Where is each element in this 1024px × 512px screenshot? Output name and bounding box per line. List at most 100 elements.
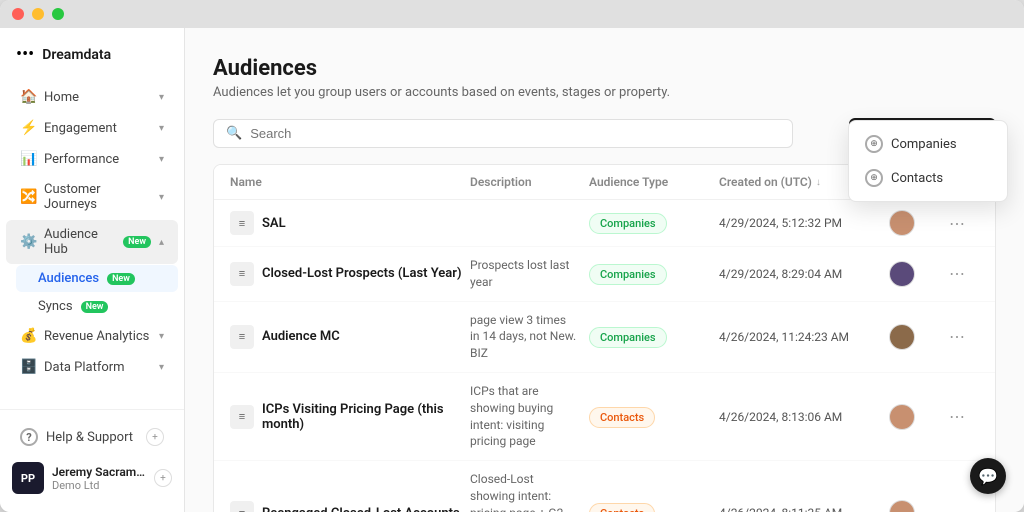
cell-avatar <box>889 210 949 236</box>
sidebar-item-engagement[interactable]: ⚡ Engagement ▾ <box>6 113 178 143</box>
page-subtitle: Audiences let you group users or account… <box>213 85 996 100</box>
sidebar-item-home[interactable]: 🏠 Home ▾ <box>6 82 178 112</box>
audiences-table: Name Description Audience Type Created o… <box>213 164 996 512</box>
table-row: ≡ Reengaged Closed-Lost Accounts Closed-… <box>214 461 995 512</box>
chevron-icon: ▾ <box>159 331 164 342</box>
avatar <box>889 261 915 287</box>
avatar <box>889 500 915 512</box>
cell-date: 4/26/2024, 8:11:35 AM <box>719 506 889 512</box>
cell-avatar <box>889 324 949 350</box>
cell-type: Companies <box>589 212 719 234</box>
cell-actions[interactable]: ⋯ <box>949 214 979 233</box>
search-input[interactable] <box>250 126 780 141</box>
sidebar-item-data-platform[interactable]: 🗄️ Data Platform ▾ <box>6 352 178 382</box>
row-icon: ≡ <box>230 211 254 235</box>
sidebar-item-syncs[interactable]: Syncs New <box>16 293 178 320</box>
sidebar-item-label: Data Platform <box>44 360 151 375</box>
help-support-item[interactable]: ? Help & Support + <box>6 421 178 453</box>
search-icon: 🔍 <box>226 126 242 141</box>
logo-text: Dreamdata <box>42 47 111 63</box>
more-actions-button[interactable]: ⋯ <box>949 407 965 426</box>
sidebar-item-label: Performance <box>44 152 151 167</box>
page-title: Audiences <box>213 56 996 81</box>
new-audience-dropdown: ⊕ Companies ⊕ Contacts <box>848 120 1008 202</box>
app-window: ••• Dreamdata 🏠 Home ▾ ⚡ Engagement ▾ 📊 … <box>0 0 1024 512</box>
cell-name: ≡ Audience MC <box>230 325 470 349</box>
cell-description: Prospects lost last year <box>470 257 589 291</box>
cell-name: ≡ Reengaged Closed-Lost Accounts <box>230 501 470 512</box>
search-box[interactable]: 🔍 <box>213 119 793 148</box>
revenue-icon: 💰 <box>20 328 36 344</box>
sidebar: ••• Dreamdata 🏠 Home ▾ ⚡ Engagement ▾ 📊 … <box>0 28 185 512</box>
cell-name: ≡ Closed-Lost Prospects (Last Year) <box>230 262 470 286</box>
more-actions-button[interactable]: ⋯ <box>949 264 965 283</box>
type-badge: Companies <box>589 264 667 285</box>
user-profile[interactable]: PP Jeremy Sacram... Demo Ltd + <box>0 454 184 502</box>
user-name: Jeremy Sacram... <box>52 465 146 479</box>
sidebar-item-customer-journeys[interactable]: 🔀 Customer Journeys ▾ <box>6 175 178 219</box>
chevron-icon: ▾ <box>159 362 164 373</box>
user-expand-button[interactable]: + <box>154 469 172 487</box>
chevron-icon: ▾ <box>159 192 164 203</box>
audience-name: Closed-Lost Prospects (Last Year) <box>262 266 462 281</box>
app-body: ••• Dreamdata 🏠 Home ▾ ⚡ Engagement ▾ 📊 … <box>0 28 1024 512</box>
cell-type: Contacts <box>589 406 719 428</box>
table-row: ≡ Closed-Lost Prospects (Last Year) Pros… <box>214 247 995 302</box>
minimize-button[interactable] <box>32 8 44 20</box>
cell-type: Companies <box>589 326 719 348</box>
logo: ••• Dreamdata <box>0 28 184 77</box>
dropdown-item-label: Contacts <box>891 171 943 186</box>
dropdown-item-contacts[interactable]: ⊕ Contacts <box>855 161 1001 195</box>
user-company: Demo Ltd <box>52 479 146 492</box>
home-icon: 🏠 <box>20 89 36 105</box>
more-actions-button[interactable]: ⋯ <box>949 504 965 512</box>
avatar: PP <box>12 462 44 494</box>
cell-type: Contacts <box>589 502 719 512</box>
new-badge: New <box>81 301 109 313</box>
maximize-button[interactable] <box>52 8 64 20</box>
more-actions-button[interactable]: ⋯ <box>949 327 965 346</box>
cell-date: 4/26/2024, 8:13:06 AM <box>719 410 889 424</box>
cell-description: ICPs that are showing buying intent: vis… <box>470 383 589 450</box>
cell-date: 4/29/2024, 5:12:32 PM <box>719 216 889 230</box>
col-type: Audience Type <box>589 175 719 189</box>
sidebar-item-performance[interactable]: 📊 Performance ▾ <box>6 144 178 174</box>
type-badge: Contacts <box>589 407 655 428</box>
cell-name: ≡ ICPs Visiting Pricing Page (this month… <box>230 402 470 432</box>
cell-name: ≡ SAL <box>230 211 470 235</box>
cell-description: page view 3 times in 14 days, not New. B… <box>470 312 589 362</box>
sidebar-item-audience-hub[interactable]: ⚙️ Audience Hub New ▴ <box>6 220 178 264</box>
col-name: Name <box>230 175 470 189</box>
table-row: ≡ Audience MC page view 3 times in 14 da… <box>214 302 995 373</box>
row-icon: ≡ <box>230 501 254 512</box>
avatar <box>889 404 915 430</box>
companies-icon: ⊕ <box>865 135 883 153</box>
audience-name: SAL <box>262 216 286 231</box>
dropdown-item-label: Companies <box>891 137 957 152</box>
cell-avatar <box>889 261 949 287</box>
sort-icon: ↓ <box>816 177 821 188</box>
titlebar <box>0 0 1024 28</box>
close-button[interactable] <box>12 8 24 20</box>
chevron-icon: ▴ <box>159 237 164 248</box>
chat-support-button[interactable]: 💬 <box>970 458 1006 494</box>
more-actions-button[interactable]: ⋯ <box>949 214 965 233</box>
col-description: Description <box>470 175 589 189</box>
help-expand-button[interactable]: + <box>146 428 164 446</box>
avatar <box>889 324 915 350</box>
cell-actions[interactable]: ⋯ <box>949 264 979 283</box>
table-row: ≡ SAL Companies 4/29/2024, 5:12:32 PM ⋯ <box>214 200 995 247</box>
sidebar-item-revenue-analytics[interactable]: 💰 Revenue Analytics ▾ <box>6 321 178 351</box>
cell-actions[interactable]: ⋯ <box>949 504 979 512</box>
dropdown-item-companies[interactable]: ⊕ Companies <box>855 127 1001 161</box>
type-badge: Companies <box>589 213 667 234</box>
engagement-icon: ⚡ <box>20 120 36 136</box>
sidebar-item-audiences[interactable]: Audiences New <box>16 265 178 292</box>
sidebar-item-label: Home <box>44 90 151 105</box>
help-icon: ? <box>20 428 38 446</box>
sidebar-sub-item-label: Audiences <box>38 271 99 286</box>
cell-actions[interactable]: ⋯ <box>949 327 979 346</box>
cell-actions[interactable]: ⋯ <box>949 407 979 426</box>
cell-avatar <box>889 404 949 430</box>
performance-icon: 📊 <box>20 151 36 167</box>
